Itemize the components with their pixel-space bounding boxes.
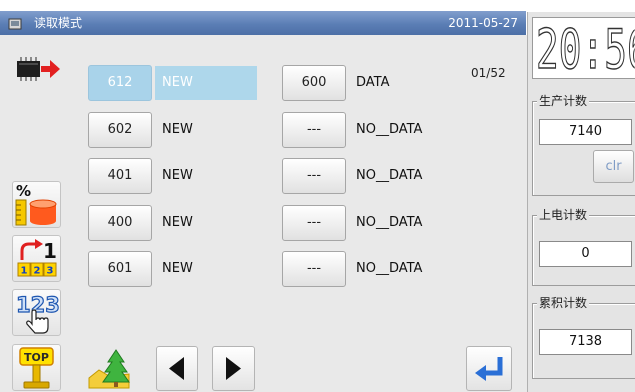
title-bar: 读取模式 2011-05-27 (0, 11, 526, 35)
pattern-status: NEW (162, 261, 193, 276)
production-count-value: 7140 (539, 119, 632, 145)
data-status: NO__DATA (356, 215, 423, 230)
enter-return-icon (475, 357, 503, 381)
data-status: NO__DATA (356, 168, 423, 183)
clock-time: 20:56 (536, 23, 635, 77)
pattern-number-button[interactable]: 601 (88, 251, 152, 287)
list-item: 612 NEW 600 DATA (0, 65, 527, 101)
tree-landscape-icon (88, 349, 130, 389)
power-on-count-label: 上电计数 (537, 208, 590, 222)
pattern-number-button[interactable]: 400 (88, 205, 152, 241)
page-indicator: 01/52 (471, 66, 506, 80)
cumulative-count-value: 7138 (539, 329, 632, 355)
tree-button[interactable] (86, 345, 132, 391)
number-hand-icon: 123 (15, 292, 60, 334)
data-number-button[interactable]: 600 (282, 65, 346, 101)
read-mode-screen: 读取模式 2011-05-27 % 1 1 2 3 123 TOP 612 NE… (0, 0, 635, 392)
pattern-number-button[interactable]: 401 (88, 158, 152, 194)
clear-count-button[interactable]: clr (593, 150, 634, 183)
production-count-label: 生产计数 (537, 94, 590, 108)
data-number-button[interactable]: --- (282, 112, 346, 148)
arrow-right-icon (226, 357, 241, 380)
data-status: NO__DATA (356, 122, 423, 137)
panel-icon (8, 16, 22, 30)
pattern-number-button[interactable]: 612 (88, 65, 152, 101)
data-status: DATA (356, 75, 390, 90)
list-item: 400 NEW --- NO__DATA (0, 205, 527, 241)
prev-page-button[interactable] (156, 346, 198, 391)
number-input-button[interactable]: 123 (12, 289, 61, 336)
pattern-status: NEW (162, 122, 193, 137)
top-button[interactable]: TOP (12, 344, 61, 391)
list-item: 601 NEW --- NO__DATA (0, 251, 527, 287)
power-on-count-value: 0 (539, 241, 632, 267)
list-item: 401 NEW --- NO__DATA (0, 158, 527, 194)
counter-panel: 20:56 生产计数 7140 clr 上电计数 0 累积计数 7138 (527, 12, 635, 392)
top-sign-icon: TOP (19, 347, 54, 389)
next-page-button[interactable] (212, 346, 255, 391)
number-label: 123 (16, 293, 60, 317)
clock-display: 20:56 (532, 17, 635, 79)
top-label: TOP (24, 351, 49, 364)
date-display: 2011-05-27 (448, 16, 518, 30)
data-status: NO__DATA (356, 261, 423, 276)
pattern-status: NEW (162, 168, 193, 183)
pattern-status: NEW (155, 66, 257, 100)
data-number-button[interactable]: --- (282, 205, 346, 241)
enter-button[interactable] (466, 346, 512, 391)
list-item: 602 NEW --- NO__DATA (0, 112, 527, 148)
cumulative-count-label: 累积计数 (537, 296, 590, 310)
data-number-button[interactable]: --- (282, 158, 346, 194)
page-title: 读取模式 (34, 16, 83, 30)
pattern-status: NEW (162, 215, 193, 230)
arrow-left-icon (169, 357, 184, 380)
data-number-button[interactable]: --- (282, 251, 346, 287)
pattern-number-button[interactable]: 602 (88, 112, 152, 148)
